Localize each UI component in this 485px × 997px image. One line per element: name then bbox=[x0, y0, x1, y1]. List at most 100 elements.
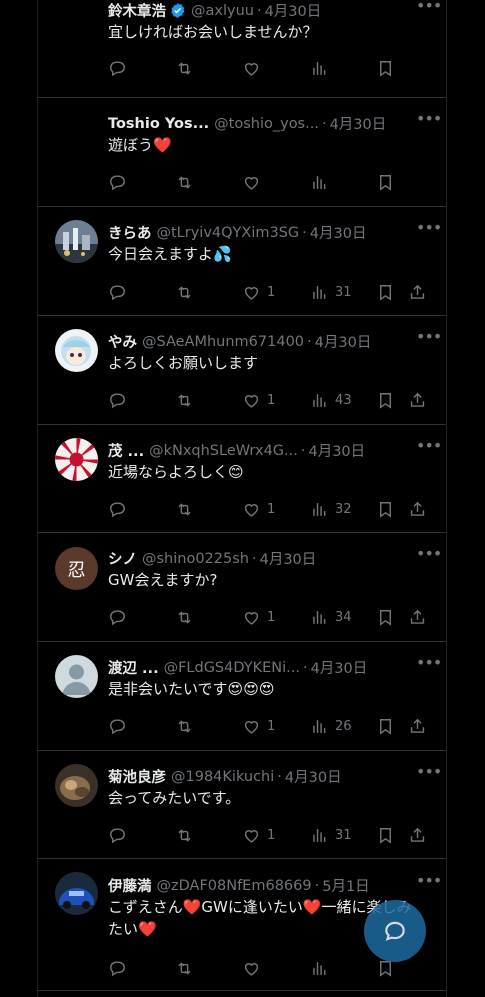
tweet-date[interactable]: 4月30日 bbox=[285, 766, 342, 787]
retweet-button[interactable] bbox=[175, 172, 194, 192]
user-handle[interactable]: @axlyuu bbox=[191, 3, 254, 19]
share-button[interactable] bbox=[408, 825, 427, 845]
retweet-button[interactable] bbox=[175, 499, 194, 519]
display-name[interactable]: 茂 ... bbox=[108, 440, 144, 461]
views-button[interactable] bbox=[310, 172, 335, 192]
avatar[interactable] bbox=[55, 872, 98, 915]
bookmark-button[interactable] bbox=[376, 825, 395, 845]
tweet-date[interactable]: 4月30日 bbox=[310, 222, 367, 243]
bookmark-button[interactable] bbox=[376, 282, 395, 302]
user-handle[interactable]: @SAeAMhunm671400 bbox=[142, 334, 304, 350]
reply-tweet[interactable]: 鈴木章浩 @axlyuu · 4月30日 ••• 宜しければお会いしませんか？ bbox=[38, 0, 446, 98]
like-button[interactable] bbox=[242, 172, 267, 192]
reply-tweet[interactable]: 菊池良彦 @1984Kikuchi · 4月30日 ••• 会ってみたいです。 … bbox=[38, 751, 446, 859]
display-name[interactable]: 鈴木章浩 bbox=[108, 0, 166, 21]
reply-button[interactable] bbox=[108, 716, 127, 736]
more-options-button[interactable]: ••• bbox=[416, 111, 442, 132]
like-button[interactable]: 1 bbox=[242, 825, 275, 845]
more-options-button[interactable]: ••• bbox=[416, 546, 442, 567]
compose-reply-button[interactable] bbox=[364, 900, 426, 962]
reply-button[interactable] bbox=[108, 958, 127, 978]
avatar[interactable] bbox=[55, 329, 98, 372]
reply-button[interactable] bbox=[108, 58, 127, 78]
display-name[interactable]: やみ bbox=[108, 331, 137, 352]
share-button[interactable] bbox=[408, 716, 427, 736]
tweet-date[interactable]: 4月30日 bbox=[315, 331, 372, 352]
like-button[interactable] bbox=[242, 958, 267, 978]
tweet-date[interactable]: 4月30日 bbox=[311, 657, 368, 678]
avatar[interactable] bbox=[55, 220, 98, 263]
reply-button[interactable] bbox=[108, 499, 127, 519]
avatar[interactable]: 忍 bbox=[55, 547, 98, 590]
views-button[interactable]: 31 bbox=[310, 825, 352, 845]
bookmark-button[interactable] bbox=[376, 172, 395, 192]
more-options-button[interactable]: ••• bbox=[416, 438, 442, 459]
reply-button[interactable] bbox=[108, 282, 127, 302]
retweet-button[interactable] bbox=[175, 390, 194, 410]
share-button[interactable] bbox=[408, 282, 427, 302]
retweet-button[interactable] bbox=[175, 58, 194, 78]
avatar[interactable] bbox=[55, 655, 98, 698]
like-button[interactable]: 1 bbox=[242, 716, 275, 736]
reply-tweet[interactable]: Toshio Yos... @toshio_yos... · 4月30日 •••… bbox=[38, 98, 446, 207]
display-name[interactable]: 菊池良彦 bbox=[108, 766, 166, 787]
reply-tweet[interactable]: やみ @SAeAMhunm671400 · 4月30日 ••• よろしくお願いし… bbox=[38, 316, 446, 425]
user-handle[interactable]: @FLdGS4DYKENi... bbox=[164, 660, 300, 676]
display-name[interactable]: 伊藤満 bbox=[108, 875, 152, 896]
views-button[interactable] bbox=[310, 958, 335, 978]
reply-button[interactable] bbox=[108, 172, 127, 192]
bookmark-button[interactable] bbox=[376, 58, 395, 78]
tweet-date[interactable]: 4月30日 bbox=[308, 440, 365, 461]
tweet-date[interactable]: 4月30日 bbox=[330, 113, 387, 134]
user-handle[interactable]: @kNxqhSLeWrx4G... bbox=[149, 443, 298, 459]
reply-button[interactable] bbox=[108, 825, 127, 845]
retweet-button[interactable] bbox=[175, 607, 194, 627]
more-options-button[interactable]: ••• bbox=[416, 0, 442, 19]
reply-tweet[interactable]: 茂 ... @kNxqhSLeWrx4G... · 4月30日 ••• 近場なら… bbox=[38, 425, 446, 533]
display-name[interactable]: シノ bbox=[108, 548, 137, 569]
reply-tweet[interactable]: 忍 シノ @shino0225sh · 4月30日 ••• GW会えますか? 1… bbox=[38, 533, 446, 642]
avatar[interactable] bbox=[55, 764, 98, 807]
more-options-button[interactable]: ••• bbox=[416, 655, 442, 676]
retweet-button[interactable] bbox=[175, 958, 194, 978]
more-options-button[interactable]: ••• bbox=[416, 329, 442, 350]
views-button[interactable] bbox=[310, 58, 335, 78]
like-button[interactable]: 1 bbox=[242, 390, 275, 410]
more-options-button[interactable]: ••• bbox=[416, 873, 442, 894]
views-button[interactable]: 31 bbox=[310, 282, 352, 302]
reply-tweet[interactable]: きらあ @tLryiv4QYXim3SG · 4月30日 ••• 今日会えますよ… bbox=[38, 207, 446, 316]
retweet-button[interactable] bbox=[175, 282, 194, 302]
tweet-date[interactable]: 4月30日 bbox=[260, 548, 317, 569]
views-button[interactable]: 26 bbox=[310, 716, 352, 736]
display-name[interactable]: 渡辺 ... bbox=[108, 657, 159, 678]
views-button[interactable]: 43 bbox=[310, 390, 352, 410]
like-button[interactable]: 1 bbox=[242, 282, 275, 302]
share-button[interactable] bbox=[408, 390, 427, 410]
like-button[interactable] bbox=[242, 58, 267, 78]
reply-tweet[interactable]: 渡辺 ... @FLdGS4DYKENi... · 4月30日 ••• 是非会い… bbox=[38, 642, 446, 751]
user-handle[interactable]: @zDAF08NfEm68669 bbox=[157, 878, 312, 894]
views-button[interactable]: 32 bbox=[310, 499, 352, 519]
reply-button[interactable] bbox=[108, 390, 127, 410]
display-name[interactable]: Toshio Yos... bbox=[108, 116, 209, 132]
tweet-date[interactable]: 4月30日 bbox=[265, 0, 322, 21]
user-handle[interactable]: @shino0225sh bbox=[142, 551, 249, 567]
user-handle[interactable]: @tLryiv4QYXim3SG bbox=[157, 225, 300, 241]
reply-button[interactable] bbox=[108, 607, 127, 627]
tweet-date[interactable]: 5月1日 bbox=[322, 875, 369, 896]
display-name[interactable]: きらあ bbox=[108, 222, 152, 243]
share-button[interactable] bbox=[408, 499, 427, 519]
retweet-button[interactable] bbox=[175, 825, 194, 845]
bookmark-button[interactable] bbox=[376, 607, 395, 627]
avatar[interactable] bbox=[55, 438, 98, 481]
more-options-button[interactable]: ••• bbox=[416, 764, 442, 785]
user-handle[interactable]: @toshio_yos... bbox=[214, 116, 319, 132]
bookmark-button[interactable] bbox=[376, 499, 395, 519]
bookmark-button[interactable] bbox=[376, 390, 395, 410]
like-button[interactable]: 1 bbox=[242, 499, 275, 519]
views-button[interactable]: 34 bbox=[310, 607, 352, 627]
bookmark-button[interactable] bbox=[376, 716, 395, 736]
retweet-button[interactable] bbox=[175, 716, 194, 736]
like-button[interactable]: 1 bbox=[242, 607, 275, 627]
share-button[interactable] bbox=[408, 607, 427, 627]
